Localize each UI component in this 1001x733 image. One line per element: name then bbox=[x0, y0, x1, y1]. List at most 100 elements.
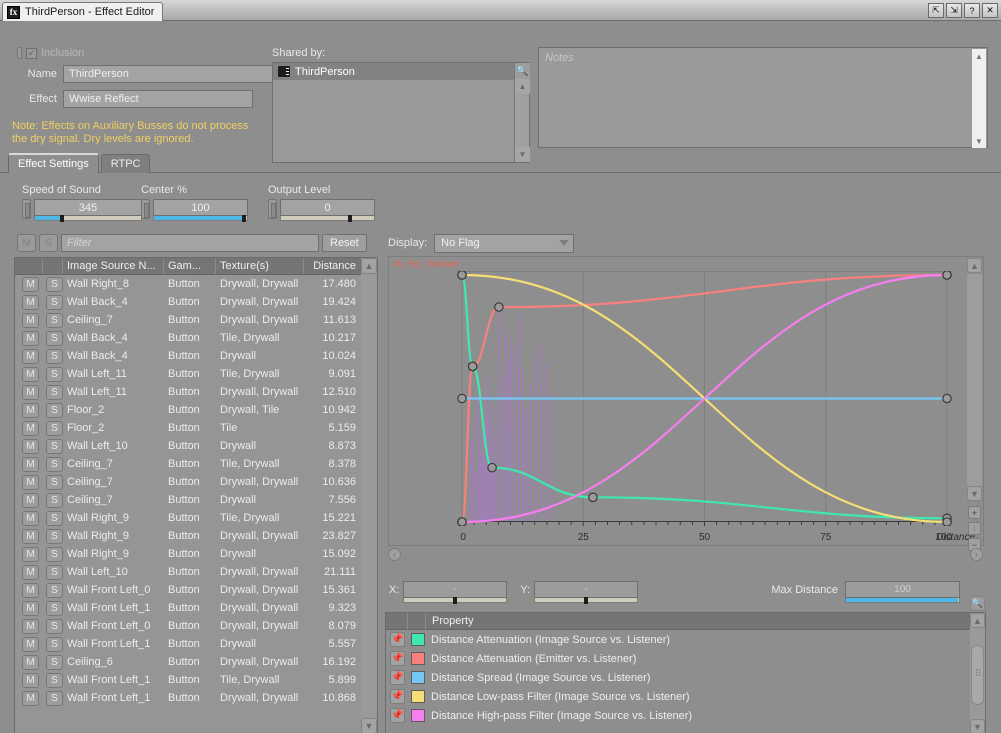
column-header-mute[interactable] bbox=[15, 258, 43, 274]
table-row[interactable]: MSWall Left_11ButtonDrywall, Drywall12.5… bbox=[15, 383, 377, 401]
row-mute-button[interactable]: M bbox=[22, 673, 39, 688]
notes-scrollbar[interactable]: ▲ ▼ bbox=[972, 49, 986, 148]
table-row[interactable]: MSWall Back_4ButtonTile, Drywall10.217 bbox=[15, 329, 377, 347]
row-solo-button[interactable]: S bbox=[46, 349, 63, 364]
row-solo-button[interactable]: S bbox=[46, 655, 63, 670]
row-solo-button[interactable]: S bbox=[46, 313, 63, 328]
property-scroll-up-icon[interactable]: ▲ bbox=[970, 613, 985, 628]
column-header-image-source-name[interactable]: Image Source N... bbox=[63, 258, 164, 274]
table-scroll-down-icon[interactable]: ▼ bbox=[361, 718, 377, 733]
property-row[interactable]: 📌Distance Attenuation (Emitter vs. Liste… bbox=[386, 649, 985, 668]
x-input[interactable]: - bbox=[403, 581, 507, 603]
pin-icon[interactable]: 📌 bbox=[390, 670, 405, 685]
help-icon[interactable]: ? bbox=[964, 3, 980, 18]
window-tab[interactable]: fx ThirdPerson - Effect Editor bbox=[2, 2, 163, 21]
shared-by-list[interactable]: ThirdPerson 🔍 ▲ ▼ bbox=[272, 62, 530, 163]
table-row[interactable]: MSFloor_2ButtonTile5.159 bbox=[15, 419, 377, 437]
dock-icon[interactable]: ⇲ bbox=[946, 3, 962, 18]
table-row[interactable]: MSWall Right_8ButtonDrywall, Drywall17.4… bbox=[15, 275, 377, 293]
table-row[interactable]: MSWall Right_9ButtonTile, Drywall15.221 bbox=[15, 509, 377, 527]
output-level-value[interactable]: 0 bbox=[280, 199, 375, 216]
row-mute-button[interactable]: M bbox=[22, 295, 39, 310]
row-solo-button[interactable]: S bbox=[46, 619, 63, 634]
table-row[interactable]: MSWall Back_4ButtonDrywall10.024 bbox=[15, 347, 377, 365]
row-solo-button[interactable]: S bbox=[46, 529, 63, 544]
row-mute-button[interactable]: M bbox=[22, 511, 39, 526]
row-mute-button[interactable]: M bbox=[22, 475, 39, 490]
column-header-solo[interactable] bbox=[43, 258, 63, 274]
row-mute-button[interactable]: M bbox=[22, 619, 39, 634]
row-solo-button[interactable]: S bbox=[46, 511, 63, 526]
speed-of-sound-slider[interactable]: 345 bbox=[34, 199, 142, 221]
row-solo-button[interactable]: S bbox=[46, 367, 63, 382]
row-mute-button[interactable]: M bbox=[22, 349, 39, 364]
display-flag-select[interactable]: No Flag bbox=[434, 234, 574, 253]
center-percent-value[interactable]: 100 bbox=[153, 199, 248, 216]
property-scroll-thumb[interactable] bbox=[971, 645, 984, 705]
table-row[interactable]: MSWall Right_9ButtonDrywall, Drywall23.8… bbox=[15, 527, 377, 545]
row-mute-button[interactable]: M bbox=[22, 439, 39, 454]
column-header-distance[interactable]: Distance bbox=[304, 258, 362, 274]
row-solo-button[interactable]: S bbox=[46, 583, 63, 598]
plot-container[interactable]: %, Hz, Volume 0255075100 Distance ▲ ▼ + … bbox=[388, 256, 984, 546]
max-distance-track[interactable] bbox=[845, 598, 960, 603]
row-solo-button[interactable]: S bbox=[46, 277, 63, 292]
table-row[interactable]: MSWall Left_10ButtonDrywall8.873 bbox=[15, 437, 377, 455]
inclusion-checkbox[interactable]: ✔ bbox=[26, 48, 37, 59]
row-mute-button[interactable]: M bbox=[22, 601, 39, 616]
inclusion-checkbox-row[interactable]: ✔ Inclusion bbox=[17, 47, 84, 59]
filter-input[interactable]: Filter bbox=[61, 234, 319, 252]
row-mute-button[interactable]: M bbox=[22, 565, 39, 580]
reset-button[interactable]: Reset bbox=[322, 234, 367, 252]
row-solo-button[interactable]: S bbox=[46, 547, 63, 562]
table-row[interactable]: MSWall Front Left_0ButtonDrywall, Drywal… bbox=[15, 617, 377, 635]
property-row[interactable]: 📌Distance Low-pass Filter (Image Source … bbox=[386, 687, 985, 706]
property-search-icon[interactable]: 🔍 bbox=[970, 596, 985, 611]
table-row[interactable]: MSWall Right_9ButtonDrywall15.092 bbox=[15, 545, 377, 563]
row-solo-button[interactable]: S bbox=[46, 421, 63, 436]
table-row[interactable]: MSWall Back_4ButtonDrywall, Drywall19.42… bbox=[15, 293, 377, 311]
column-header-game-object[interactable]: Gam... bbox=[164, 258, 216, 274]
property-column-name[interactable]: Property bbox=[426, 615, 985, 627]
table-row[interactable]: MSWall Front Left_1ButtonTile, Drywall5.… bbox=[15, 671, 377, 689]
output-level-grip-icon[interactable] bbox=[268, 199, 277, 219]
row-solo-button[interactable]: S bbox=[46, 439, 63, 454]
speed-of-sound-track[interactable] bbox=[34, 216, 142, 221]
shared-by-scrollbar[interactable]: 🔍 ▲ ▼ bbox=[514, 63, 529, 162]
y-input[interactable]: - bbox=[534, 581, 638, 603]
row-solo-button[interactable]: S bbox=[46, 601, 63, 616]
row-mute-button[interactable]: M bbox=[22, 331, 39, 346]
row-mute-button[interactable]: M bbox=[22, 529, 39, 544]
row-solo-button[interactable]: S bbox=[46, 295, 63, 310]
plot-area[interactable]: 0255075100 bbox=[457, 271, 952, 526]
row-mute-button[interactable]: M bbox=[22, 493, 39, 508]
row-solo-button[interactable]: S bbox=[46, 403, 63, 418]
property-scroll-down-icon[interactable]: ▼ bbox=[970, 719, 985, 733]
close-icon[interactable]: ✕ bbox=[982, 3, 998, 18]
property-row[interactable]: 📌Distance Attenuation (Image Source vs. … bbox=[386, 630, 985, 649]
pin-icon[interactable]: 📌 bbox=[390, 689, 405, 704]
output-level-track[interactable] bbox=[280, 216, 375, 221]
speed-of-sound-grip-icon[interactable] bbox=[22, 199, 31, 219]
table-row[interactable]: MSCeiling_7ButtonDrywall7.556 bbox=[15, 491, 377, 509]
row-solo-button[interactable]: S bbox=[46, 457, 63, 472]
center-percent-grip-icon[interactable] bbox=[141, 199, 150, 219]
speed-of-sound-value[interactable]: 345 bbox=[34, 199, 142, 216]
row-solo-button[interactable]: S bbox=[46, 475, 63, 490]
notes-textarea[interactable]: Notes ▲ ▼ bbox=[538, 47, 988, 148]
mute-all-button[interactable]: M bbox=[17, 234, 36, 252]
row-mute-button[interactable]: M bbox=[22, 367, 39, 382]
center-percent-slider[interactable]: 100 bbox=[153, 199, 248, 221]
y-track[interactable] bbox=[534, 598, 638, 603]
graph-scroll-left-icon[interactable]: ‹ bbox=[388, 548, 401, 561]
table-scroll-up-icon[interactable]: ▲ bbox=[361, 258, 377, 274]
table-row[interactable]: MSWall Front Left_0ButtonDrywall, Drywal… bbox=[15, 581, 377, 599]
graph-scroll-up-icon[interactable]: ▲ bbox=[967, 258, 982, 273]
row-mute-button[interactable]: M bbox=[22, 691, 39, 706]
row-solo-button[interactable]: S bbox=[46, 493, 63, 508]
graph-scroll-right-icon[interactable]: › bbox=[970, 548, 983, 561]
zoom-in-icon[interactable]: + bbox=[968, 506, 981, 519]
table-row[interactable]: MSWall Left_11ButtonTile, Drywall9.091 bbox=[15, 365, 377, 383]
scroll-up-icon[interactable]: ▲ bbox=[515, 79, 530, 94]
solo-all-button[interactable]: S bbox=[39, 234, 58, 252]
